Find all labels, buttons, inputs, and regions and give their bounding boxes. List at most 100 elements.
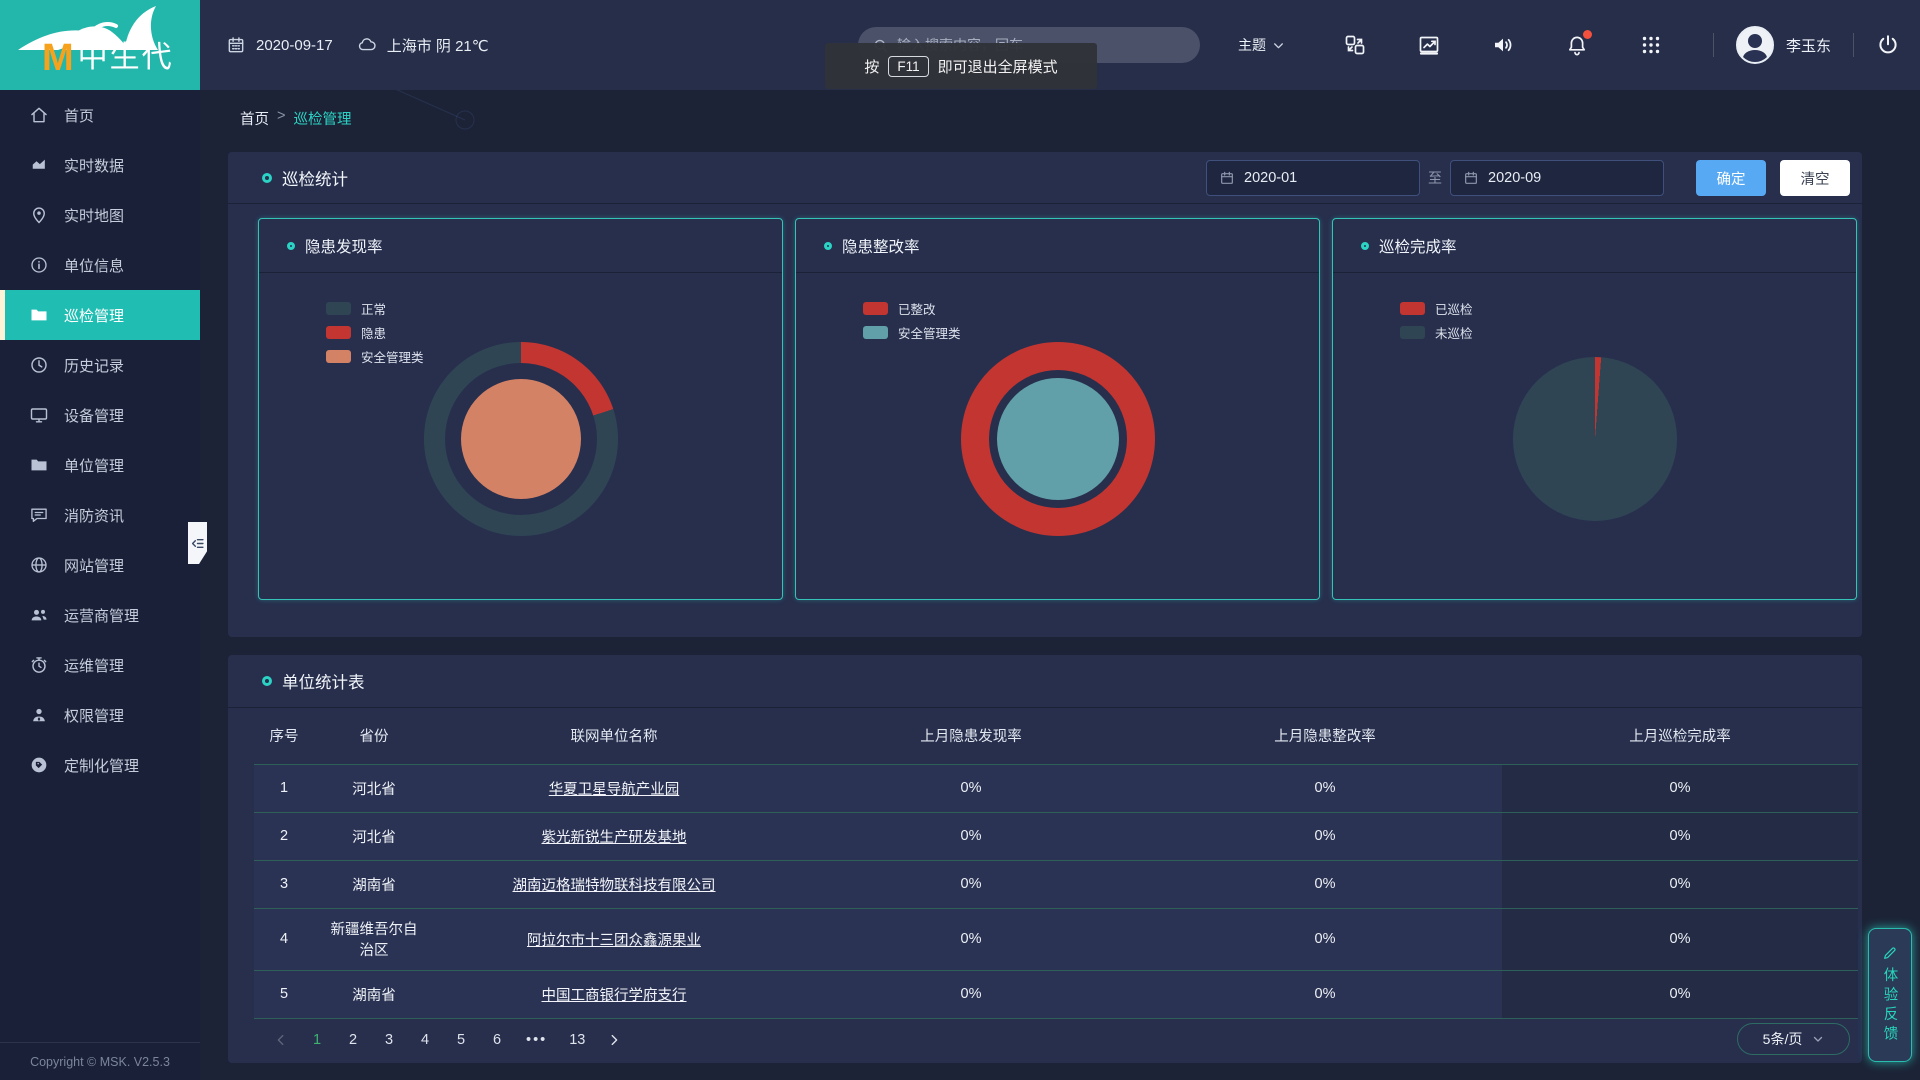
cell-unit: 紫光新锐生产研发基地	[434, 812, 794, 860]
confirm-button[interactable]: 确定	[1696, 160, 1766, 196]
sidebar-item-label: 实时地图	[64, 205, 124, 226]
legend-swatch	[326, 326, 351, 339]
sidebar-item-10[interactable]: 运营商管理	[0, 590, 200, 640]
unit-statistics-table: 序号省份联网单位名称上月隐患发现率上月隐患整改率上月巡检完成率 1河北省华夏卫星…	[254, 708, 1858, 1019]
date-from-input[interactable]	[1206, 160, 1420, 196]
page-number-6[interactable]: 6	[490, 1032, 504, 1048]
brand-name: M中生代	[42, 32, 174, 80]
legend-item[interactable]: 已巡检	[1400, 296, 1473, 320]
date-from-value[interactable]	[1244, 170, 1364, 186]
sidebar-item-1[interactable]: 实时数据	[0, 140, 200, 190]
sidebar-item-11[interactable]: 运维管理	[0, 640, 200, 690]
feedback-label: 体验反馈	[1880, 967, 1901, 1045]
page-number-last[interactable]: 13	[569, 1032, 585, 1048]
sidebar: M中生代 首页实时数据实时地图单位信息巡检管理历史记录设备管理单位管理消防资讯网…	[0, 0, 200, 1080]
column-header: 上月巡检完成率	[1502, 708, 1858, 764]
theme-selector[interactable]: 主题	[1238, 0, 1285, 90]
feedback-button[interactable]: 体验反馈	[1868, 928, 1912, 1062]
legend-item[interactable]: 正常	[326, 296, 424, 320]
calendar-small-icon	[1219, 170, 1235, 186]
chart-card-header: 隐患整改率	[796, 219, 1319, 273]
notification-bell-button[interactable]	[1565, 33, 1589, 57]
next-page-button[interactable]	[607, 1033, 621, 1047]
hazard-rectification-chart-card: 隐患整改率 已整改安全管理类	[795, 218, 1320, 600]
report-chart-button[interactable]	[1417, 33, 1441, 57]
clear-button[interactable]: 清空	[1780, 160, 1850, 196]
page-number-3[interactable]: 3	[382, 1032, 396, 1048]
legend-item[interactable]: 安全管理类	[326, 344, 424, 368]
date-to-value[interactable]	[1488, 170, 1608, 186]
legend-item[interactable]: 已整改	[863, 296, 961, 320]
user-admin-icon	[28, 704, 50, 726]
table-panel-title: 单位统计表	[282, 669, 365, 693]
sidebar-item-8[interactable]: 消防资讯	[0, 490, 200, 540]
logout-power-button[interactable]	[1876, 33, 1900, 57]
legend-label: 隐患	[361, 323, 386, 342]
page-size-select[interactable]: 5条/页	[1737, 1023, 1850, 1055]
sidebar-item-2[interactable]: 实时地图	[0, 190, 200, 240]
map-pin-icon	[28, 204, 50, 226]
globe-icon	[28, 554, 50, 576]
message-icon	[28, 504, 50, 526]
sidebar-item-13[interactable]: 定制化管理	[0, 740, 200, 790]
breadcrumb-home[interactable]: 首页	[240, 108, 269, 129]
sidebar-item-label: 定制化管理	[64, 755, 139, 776]
sidebar-item-12[interactable]: 权限管理	[0, 690, 200, 740]
sidebar-item-3[interactable]: 单位信息	[0, 240, 200, 290]
topbar-divider	[1713, 33, 1714, 57]
legend-item[interactable]: 安全管理类	[863, 320, 961, 344]
range-separator: 至	[1428, 168, 1442, 188]
cell-rectification-rate: 0%	[1148, 812, 1502, 860]
sidebar-item-4[interactable]: 巡检管理	[0, 290, 200, 340]
mode-switch-button[interactable]	[1343, 33, 1367, 57]
breadcrumb-current[interactable]: 巡检管理	[293, 108, 351, 129]
legend-swatch	[326, 302, 351, 315]
sidebar-item-label: 消防资讯	[64, 505, 124, 526]
page-number-4[interactable]: 4	[418, 1032, 432, 1048]
unit-name-link[interactable]: 阿拉尔市十三团众鑫源果业	[527, 933, 701, 949]
sidebar-item-label: 首页	[64, 105, 94, 126]
cell-discovery-rate: 0%	[794, 908, 1148, 970]
current-date: 2020-09-17	[256, 37, 333, 54]
sound-button[interactable]	[1491, 33, 1515, 57]
ring-marker-icon	[1361, 242, 1369, 250]
pagination-ellipsis[interactable]: •••	[526, 1032, 547, 1048]
date-to-input[interactable]	[1450, 160, 1664, 196]
prev-page-button[interactable]	[274, 1033, 288, 1047]
folder-icon	[28, 304, 50, 326]
sidebar-item-5[interactable]: 历史记录	[0, 340, 200, 390]
sidebar-item-0[interactable]: 首页	[0, 90, 200, 140]
mode-switch-icon	[1343, 33, 1367, 57]
unit-statistics-panel: 单位统计表 序号省份联网单位名称上月隐患发现率上月隐患整改率上月巡检完成率 1河…	[228, 655, 1862, 1063]
cell-unit: 华夏卫星导航产业园	[434, 764, 794, 812]
sidebar-item-6[interactable]: 设备管理	[0, 390, 200, 440]
unit-name-link[interactable]: 湖南迈格瑞特物联科技有限公司	[513, 878, 716, 894]
sidebar-item-9[interactable]: 网站管理	[0, 540, 200, 590]
page-number-1[interactable]: 1	[310, 1032, 324, 1048]
unit-name-link[interactable]: 华夏卫星导航产业园	[549, 782, 680, 798]
donut-inner-circle	[461, 379, 581, 499]
notification-badge	[1583, 30, 1592, 39]
toast-suffix: 即可退出全屏模式	[938, 56, 1058, 77]
user-menu[interactable]: 李玉东	[1736, 26, 1831, 64]
page-number-2[interactable]: 2	[346, 1032, 360, 1048]
table-header-row: 序号省份联网单位名称上月隐患发现率上月隐患整改率上月巡检完成率	[254, 708, 1858, 764]
page-number-5[interactable]: 5	[454, 1032, 468, 1048]
legend-item[interactable]: 隐患	[326, 320, 424, 344]
table-row: 5湖南省中国工商银行学府支行0%0%0%	[254, 970, 1858, 1018]
pie-chart	[1513, 357, 1677, 521]
apps-grid-button[interactable]	[1639, 33, 1663, 57]
unit-name-link[interactable]: 紫光新锐生产研发基地	[542, 830, 687, 846]
legend-item[interactable]: 未巡检	[1400, 320, 1473, 344]
user-avatar	[1736, 26, 1774, 64]
date-range-controls: 至 确定 清空	[1206, 160, 1850, 196]
main-content: 首页 > 巡检管理 巡检统计 至	[200, 90, 1920, 1080]
chart-card-header: 巡检完成率	[1333, 219, 1856, 273]
sound-icon	[1491, 33, 1515, 57]
column-header: 省份	[314, 708, 434, 764]
app-logo[interactable]: M中生代	[0, 0, 200, 90]
sidebar-item-7[interactable]: 单位管理	[0, 440, 200, 490]
unit-name-link[interactable]: 中国工商银行学府支行	[542, 988, 687, 1004]
cell-index: 1	[254, 764, 314, 812]
ring-marker-icon	[287, 242, 295, 250]
